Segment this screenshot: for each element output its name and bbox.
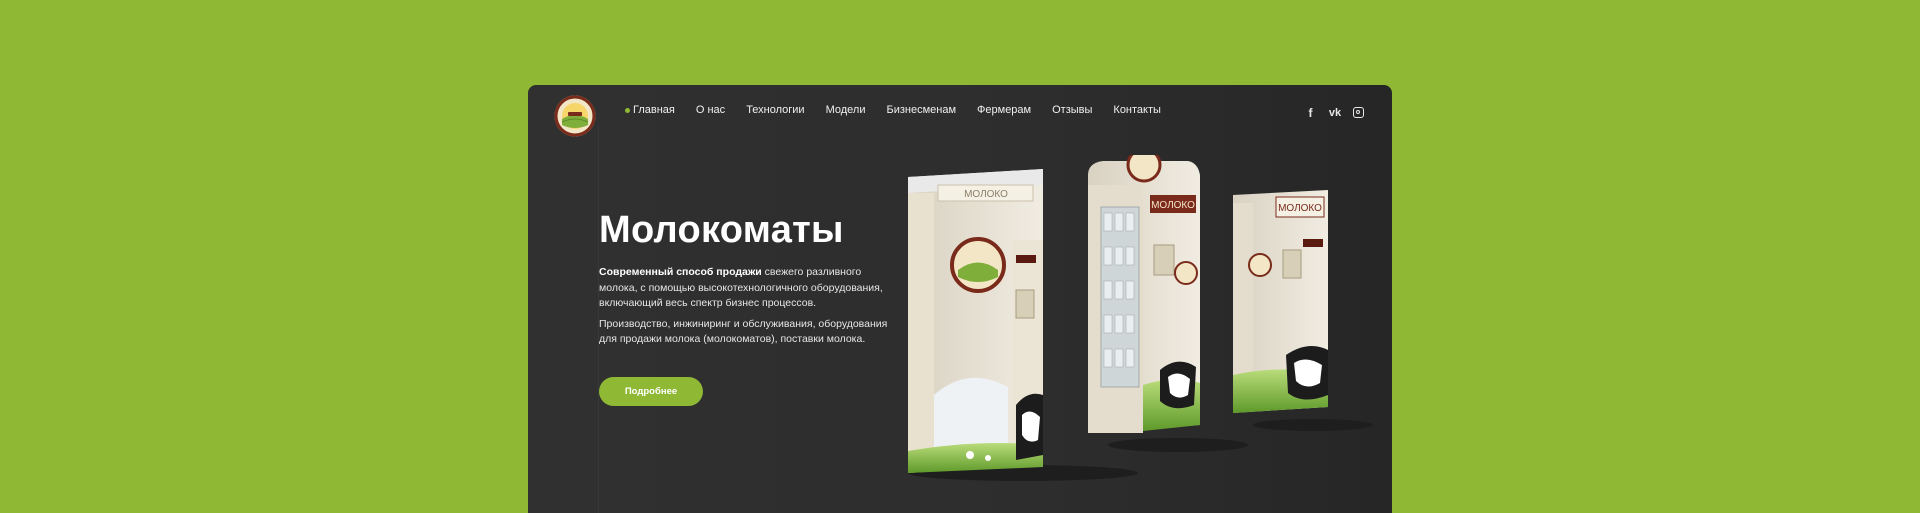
page-title: Молокоматы	[599, 209, 844, 251]
hero-description: Современный способ продажи свежего разли…	[599, 265, 899, 353]
milk-vending-machines-image: МОЛОКО МОЛОКО МОЛОКО	[908, 155, 1373, 481]
instagram-icon[interactable]	[1353, 107, 1364, 118]
nav-item-reviews[interactable]: Отзывы	[1052, 104, 1092, 116]
nav-item-models[interactable]: Модели	[826, 104, 866, 116]
svg-text:МОЛОКО: МОЛОКО	[1278, 203, 1322, 214]
machine-right: МОЛОКО	[1233, 190, 1328, 413]
nav-item-farmers[interactable]: Фермерам	[977, 104, 1031, 116]
more-button[interactable]: Подробнее	[599, 377, 703, 406]
svg-text:МОЛОКО: МОЛОКО	[1151, 200, 1195, 211]
hero-lead-bold: Современный способ продажи	[599, 266, 762, 278]
facebook-icon[interactable]: f	[1304, 106, 1317, 120]
nav-item-about[interactable]: О нас	[696, 104, 725, 116]
main-nav: Главная О нас Технологии Модели Бизнесме…	[625, 104, 1182, 116]
hero-paragraph-2: Производство, инжиниринг и обслуживания,…	[599, 317, 888, 346]
vk-icon[interactable]: vk	[1328, 106, 1342, 120]
nav-item-contacts[interactable]: Контакты	[1113, 104, 1161, 116]
machine-left: МОЛОКО	[908, 169, 1043, 473]
nav-item-home[interactable]: Главная	[625, 104, 675, 116]
svg-text:МОЛОКО: МОЛОКО	[964, 189, 1008, 200]
nav-label: Главная	[633, 104, 675, 116]
nav-item-technologies[interactable]: Технологии	[746, 104, 804, 116]
hero-lead: Современный способ продажи свежего разли…	[599, 265, 899, 312]
active-dot-icon	[625, 107, 630, 113]
main-panel: Главная О нас Технологии Модели Бизнесме…	[528, 85, 1392, 513]
farm-logo-icon[interactable]	[554, 95, 596, 137]
machine-center: МОЛОКО	[1088, 155, 1200, 433]
nav-item-business[interactable]: Бизнесменам	[886, 104, 956, 116]
social-links: f vk	[1304, 106, 1364, 120]
